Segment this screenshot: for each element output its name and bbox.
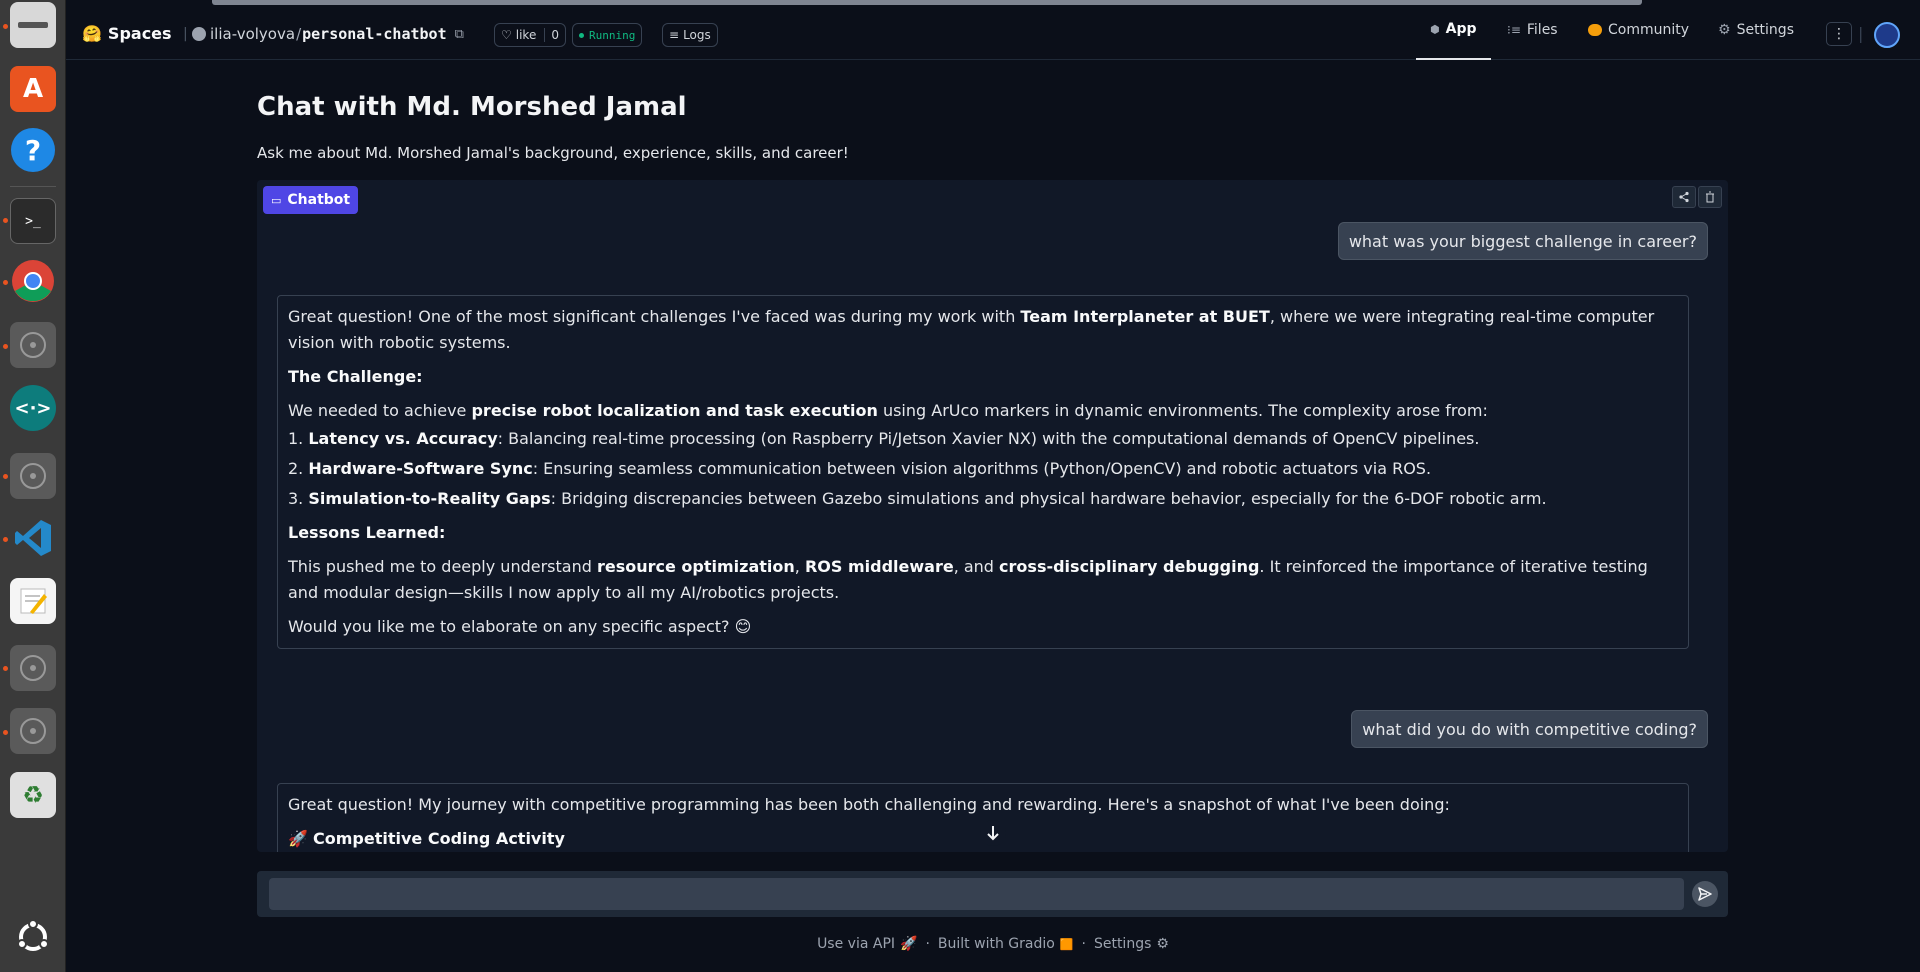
trash-icon[interactable]: ♻ <box>10 772 56 818</box>
scroll-down-button[interactable] <box>980 820 1006 846</box>
owner-link[interactable]: ilia-volyova <box>210 25 295 43</box>
repo-breadcrumb: ilia-volyova / personal-chatbot ⧉ <box>184 25 464 43</box>
tab-files[interactable]: ⁝≡ Files <box>1507 0 1558 60</box>
gradio-logo-icon: 🟧 <box>1059 937 1074 951</box>
user-message: what did you do with competitive coding? <box>1351 710 1708 748</box>
logs-label: Logs <box>683 28 711 42</box>
page-subtitle: Ask me about Md. Morshed Jamal's backgro… <box>257 144 849 162</box>
tab-app[interactable]: ⬢ App <box>1416 0 1491 60</box>
like-count: 0 <box>544 28 559 42</box>
footer: Use via API 🚀 · Built with Gradio 🟧 · Sett… <box>0 936 1920 952</box>
files-app-icon[interactable] <box>10 2 56 48</box>
built-with-gradio-link[interactable]: Built with Gradio 🟧 <box>938 936 1074 952</box>
remote-desktop-icon[interactable]: <·> <box>10 385 56 431</box>
chat-bubble-icon: ▭ <box>271 193 282 207</box>
app-center-icon[interactable]: A <box>10 66 56 112</box>
spaces-link[interactable]: 🤗 Spaces <box>82 24 172 43</box>
footer-separator: · <box>925 936 930 952</box>
list-item: 2. Hardware-Software Sync: Ensuring seam… <box>288 459 1432 478</box>
logs-icon: ≡ <box>669 28 680 42</box>
list-item: 1. Latency vs. Accuracy: Balancing real-… <box>288 429 1480 448</box>
message-input[interactable] <box>269 878 1684 910</box>
bot-message: Great question! One of the most signific… <box>277 295 1689 649</box>
send-icon <box>1698 887 1712 901</box>
message-heading: Lessons Learned: <box>288 523 446 542</box>
disk-icon[interactable] <box>10 645 56 691</box>
message-heading: The Challenge: <box>288 367 423 386</box>
message-paragraph: Great question! One of the most signific… <box>288 307 1655 352</box>
app-icon: ⬢ <box>1430 22 1440 36</box>
footer-settings-link[interactable]: Settings ⚙ <box>1094 936 1169 952</box>
disk-icon[interactable] <box>10 708 56 754</box>
trash-icon[interactable] <box>1698 186 1722 208</box>
vscode-icon[interactable] <box>10 515 56 561</box>
send-button[interactable] <box>1692 881 1718 907</box>
arrow-down-icon <box>987 826 999 841</box>
community-icon <box>1588 24 1602 36</box>
user-message: what was your biggest challenge in caree… <box>1337 222 1708 260</box>
footer-separator: · <box>1081 936 1086 952</box>
tab-app-label: App <box>1445 21 1477 37</box>
message-paragraph: We needed to achieve precise robot local… <box>288 401 1488 420</box>
disk-icon[interactable] <box>10 322 56 368</box>
message-paragraph: Would you like me to elaborate on any sp… <box>288 617 752 636</box>
header-divider: | <box>1858 24 1864 43</box>
files-icon: ⁝≡ <box>1507 23 1521 37</box>
list-item: 3. Simulation-to-Reality Gaps: Bridging … <box>288 489 1547 508</box>
huggingface-logo-icon: 🤗 <box>82 24 102 43</box>
tab-settings[interactable]: ⚙ Settings <box>1718 0 1794 60</box>
status-label: Running <box>589 28 636 42</box>
tab-community-label: Community <box>1608 22 1690 38</box>
chatbot-label: ▭ Chatbot <box>263 186 359 214</box>
like-label: like <box>515 28 537 42</box>
chrome-icon[interactable] <box>10 258 56 304</box>
message-paragraph: Great question! My journey with competit… <box>288 795 1450 814</box>
repo-link[interactable]: personal-chatbot <box>302 25 447 43</box>
spaces-label: Spaces <box>107 24 172 43</box>
message-input-container <box>257 871 1728 917</box>
huggingface-header: 🤗 Spaces | ilia-volyova / personal-chatb… <box>66 0 1920 60</box>
tab-files-label: Files <box>1526 22 1558 38</box>
like-button[interactable]: ♡ like 0 <box>494 23 566 47</box>
use-via-api-link[interactable]: Use via API 🚀 <box>817 936 917 952</box>
chatbot-toolbar <box>1672 186 1722 208</box>
rocket-icon: 🚀 <box>288 829 308 848</box>
user-avatar[interactable] <box>1874 22 1900 48</box>
application-dock: A ? >_ <·> ♻ <box>0 0 66 972</box>
message-paragraph: This pushed me to deeply understand reso… <box>288 557 1648 602</box>
text-editor-icon[interactable] <box>10 578 56 624</box>
share-icon[interactable] <box>1672 186 1696 208</box>
heart-icon: ♡ <box>501 28 512 42</box>
help-icon[interactable]: ? <box>11 128 55 172</box>
status-dot-icon <box>579 32 584 38</box>
gear-icon: ⚙ <box>1156 936 1169 952</box>
tab-community[interactable]: Community <box>1588 0 1689 60</box>
gear-icon: ⚙ <box>1718 22 1731 38</box>
terminal-icon[interactable]: >_ <box>10 198 56 244</box>
tab-settings-label: Settings <box>1736 22 1794 38</box>
more-options-icon[interactable]: ⋮ <box>1826 22 1852 46</box>
rocket-icon: 🚀 <box>900 936 918 952</box>
copy-icon[interactable]: ⧉ <box>455 27 464 42</box>
disk-icon[interactable] <box>10 453 56 499</box>
breadcrumb-slash: / <box>296 25 302 43</box>
logs-button[interactable]: ≡ Logs <box>662 23 718 47</box>
status-badge[interactable]: Running <box>572 23 643 47</box>
avatar-icon <box>192 27 206 41</box>
page-title: Chat with Md. Morshed Jamal <box>257 92 687 122</box>
chatbot-label-text: Chatbot <box>287 192 351 208</box>
chatbot-panel: ▭ Chatbot what was your biggest challeng… <box>257 180 1728 852</box>
